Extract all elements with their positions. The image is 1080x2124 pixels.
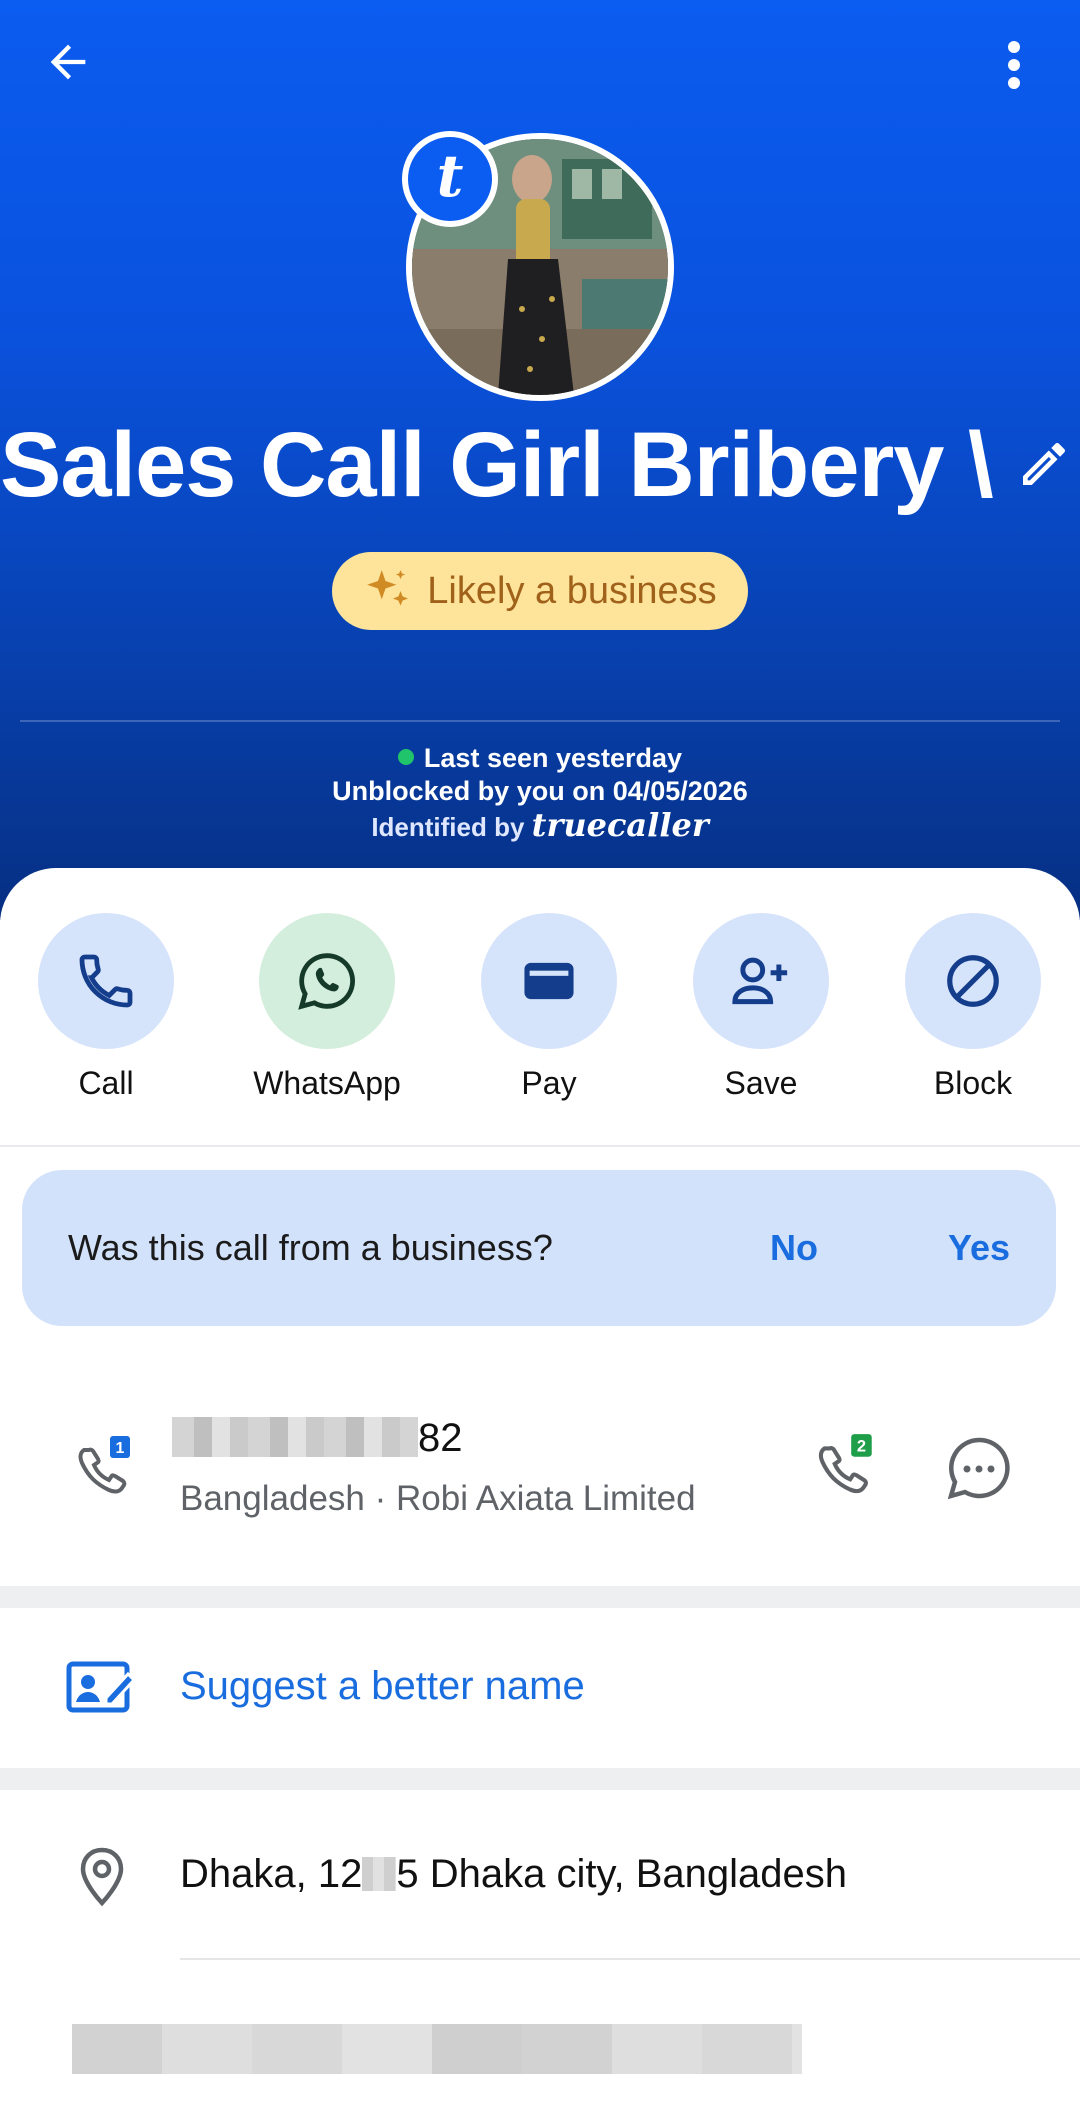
sim1-badge-text: 1 — [116, 1440, 125, 1457]
block-icon — [947, 955, 999, 1007]
location-pin-icon — [80, 1847, 124, 1907]
carrier-info: Bangladesh · Robi Axiata Limited — [180, 1479, 696, 1518]
phone-number[interactable]: 82 — [172, 1413, 463, 1463]
block-action[interactable]: Block — [883, 913, 1063, 1103]
redacted-number-mask — [172, 1417, 418, 1457]
status-block: Last seen yesterday Unblocked by you on … — [0, 742, 1080, 844]
sparkle-icon — [367, 570, 409, 606]
business-yes-button[interactable]: Yes — [948, 1216, 1010, 1280]
section-divider — [0, 1586, 1080, 1608]
call-label: Call — [78, 1065, 134, 1101]
truecaller-badge: t — [402, 131, 498, 227]
last-seen: Last seen yesterday — [0, 742, 1080, 775]
header-divider — [20, 720, 1060, 722]
block-button[interactable] — [905, 913, 1041, 1049]
whatsapp-icon — [298, 953, 355, 1010]
pay-button[interactable] — [481, 913, 617, 1049]
block-label: Block — [933, 1065, 1013, 1101]
call-button[interactable] — [38, 913, 174, 1049]
pencil-icon — [1023, 442, 1066, 485]
suggest-better-name-link[interactable]: Suggest a better name — [180, 1660, 585, 1712]
whatsapp-action[interactable]: WhatsApp — [237, 913, 417, 1103]
save-action[interactable]: Save — [671, 913, 851, 1103]
back-button[interactable] — [36, 30, 100, 94]
likely-business-label: Likely a business — [427, 569, 717, 612]
profile-header: t Sales Call Girl Bribery \ Likely a bus… — [0, 0, 1080, 920]
business-no-button[interactable]: No — [770, 1216, 818, 1280]
truecaller-logo: truecaller — [531, 806, 709, 844]
save-label: Save — [724, 1065, 798, 1101]
sim2-badge-text: 2 — [857, 1438, 866, 1456]
more-options-button[interactable] — [982, 30, 1046, 100]
arrow-left-icon — [50, 44, 86, 80]
add-person-icon — [732, 957, 788, 1005]
whatsapp-button[interactable] — [259, 913, 395, 1049]
actions-divider — [0, 1145, 1080, 1147]
pay-action[interactable]: Pay — [459, 913, 639, 1103]
redacted-address-mask — [362, 1857, 397, 1891]
message-icon[interactable] — [944, 1434, 1014, 1504]
pay-label: Pay — [521, 1065, 577, 1101]
more-vert-icon — [1008, 41, 1020, 89]
address-divider — [180, 1958, 1080, 1960]
phone-icon — [79, 954, 133, 1008]
unblocked-info: Unblocked by you on 04/05/2026 — [332, 776, 748, 806]
edit-name-button[interactable] — [1012, 432, 1076, 496]
call-action[interactable]: Call — [16, 913, 196, 1103]
business-question-card: Was this call from a business? No Yes — [22, 1170, 1056, 1326]
likely-business-badge[interactable]: Likely a business — [332, 552, 748, 630]
address[interactable]: Dhaka, 12 5 Dhaka city, Bangladesh — [180, 1848, 847, 1900]
identified-by: Identified by truecaller — [371, 806, 709, 844]
online-dot-icon — [397, 749, 414, 765]
edit-card-icon — [66, 1661, 136, 1713]
redacted-content — [72, 2024, 802, 2074]
call-sim2-icon[interactable]: 2 — [806, 1430, 882, 1506]
section-divider — [0, 1768, 1080, 1790]
save-button[interactable] — [693, 913, 829, 1049]
business-question-text: Was this call from a business? — [68, 1227, 553, 1268]
wallet-icon — [524, 962, 574, 1000]
whatsapp-label: WhatsApp — [253, 1065, 401, 1101]
call-sim1-icon[interactable]: 1 — [66, 1432, 140, 1506]
contact-name: Sales Call Girl Bribery \ — [0, 414, 994, 516]
